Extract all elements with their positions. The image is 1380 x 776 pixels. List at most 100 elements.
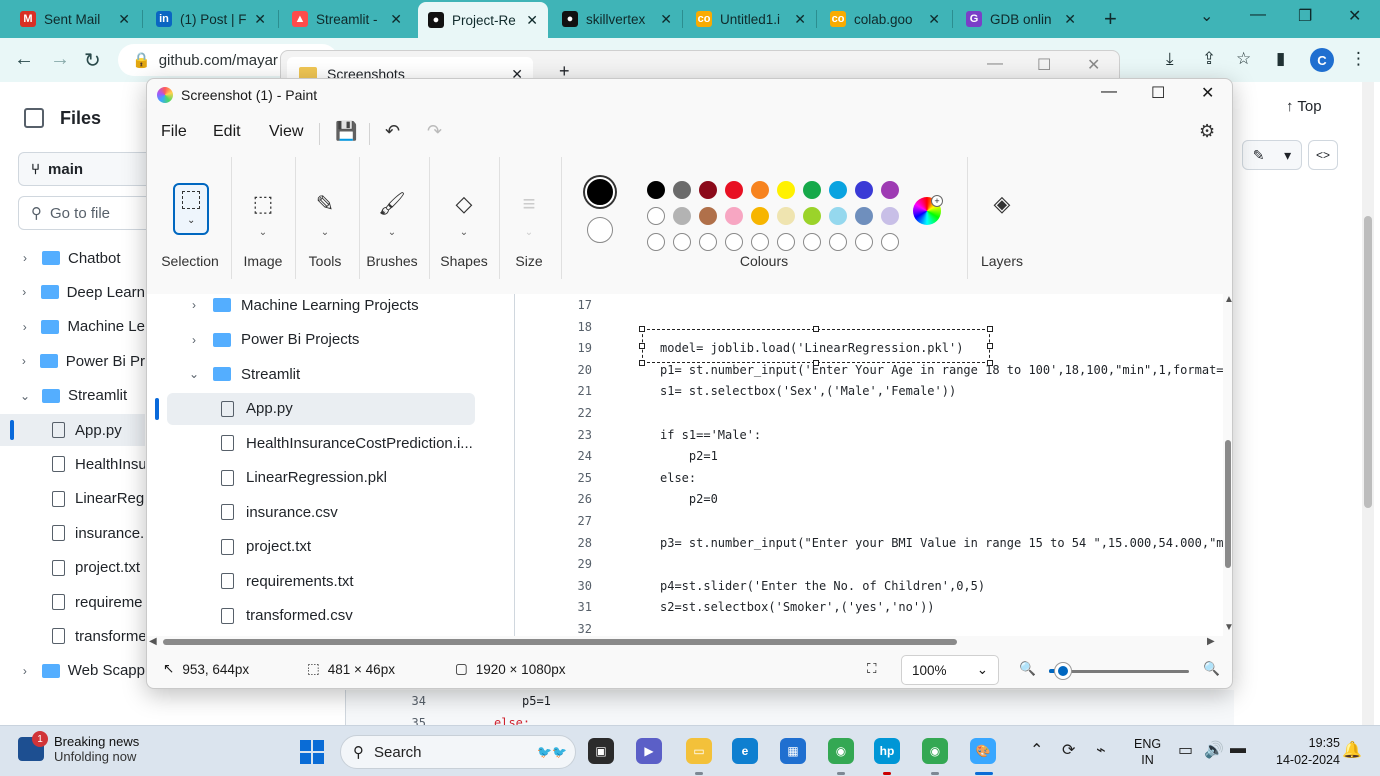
bookmark-star-icon[interactable]: ☆ <box>1236 49 1251 69</box>
new-tab-button[interactable]: + <box>1104 6 1117 32</box>
empty-swatch[interactable] <box>673 233 691 251</box>
canvas-vertical-thumb[interactable] <box>1225 440 1231 568</box>
layers-group[interactable]: ◈ Layers <box>967 157 1037 279</box>
volume-icon[interactable]: 🔊 <box>1204 740 1224 760</box>
palette-swatch[interactable] <box>855 207 873 225</box>
empty-swatch[interactable] <box>647 233 665 251</box>
tab-search-chevron-icon[interactable]: ⌄ <box>1200 6 1213 26</box>
minimize-icon[interactable]: — <box>1250 6 1266 24</box>
store-icon[interactable]: ▦ <box>780 738 806 764</box>
browser-tab[interactable]: M Sent Mail ✕ <box>10 4 140 34</box>
start-button[interactable] <box>300 740 324 764</box>
forward-icon[interactable]: → <box>50 48 70 71</box>
close-tab-icon[interactable]: ✕ <box>1064 11 1076 28</box>
close-window-icon[interactable]: ✕ <box>1348 6 1361 26</box>
share-icon[interactable]: ⇪ <box>1202 49 1216 69</box>
close-tab-icon[interactable]: ✕ <box>794 11 806 28</box>
palette-swatch[interactable] <box>829 181 847 199</box>
restore-icon[interactable]: ❐ <box>1298 6 1312 26</box>
tree-folder[interactable]: › Chatbot <box>0 242 145 274</box>
fit-to-window-icon[interactable]: ⛶ <box>867 661 876 677</box>
chevron-right-icon[interactable]: › <box>14 354 34 368</box>
shapes-group[interactable]: ◇ ⌄ Shapes <box>429 157 499 279</box>
empty-swatch[interactable] <box>725 233 743 251</box>
palette-swatch[interactable] <box>751 181 769 199</box>
collapse-panel-icon[interactable] <box>24 108 44 128</box>
system-clock[interactable]: 19:35 14-02-2024 <box>1276 735 1340 769</box>
empty-swatch[interactable] <box>881 233 899 251</box>
close-tab-icon[interactable]: ✕ <box>254 11 266 28</box>
palette-swatch[interactable] <box>855 181 873 199</box>
tree-folder[interactable]: › Web Scapp <box>0 655 145 687</box>
close-tab-icon[interactable]: ✕ <box>928 11 940 28</box>
chrome-icon[interactable]: ◉ <box>828 738 854 764</box>
canvas-horizontal-thumb[interactable] <box>163 639 957 645</box>
tree-file[interactable]: transforme <box>0 620 145 652</box>
add-colour-icon[interactable]: + <box>931 195 943 207</box>
empty-swatch[interactable] <box>803 233 821 251</box>
palette-swatch[interactable] <box>725 181 743 199</box>
download-icon[interactable]: ⤓ <box>1166 49 1174 69</box>
close-tab-icon[interactable]: ✕ <box>660 11 672 28</box>
page-scrollbar[interactable] <box>1362 82 1374 725</box>
zoom-dropdown[interactable]: 100% ⌄ <box>901 655 999 685</box>
chevron-right-icon[interactable]: › <box>14 320 35 334</box>
taskbar-search[interactable]: ⚲ Search 🐦🐦 <box>340 735 576 769</box>
empty-swatch[interactable] <box>855 233 873 251</box>
palette-swatch[interactable] <box>803 181 821 199</box>
teams-chat-icon[interactable]: ▶ <box>636 738 662 764</box>
sync-icon[interactable]: ⟳ <box>1062 740 1075 760</box>
palette-swatch[interactable] <box>647 181 665 199</box>
palette-swatch[interactable] <box>881 181 899 199</box>
undo-icon[interactable]: ↶ <box>385 121 400 142</box>
zoom-slider-thumb[interactable] <box>1055 663 1071 679</box>
browser-tab[interactable]: ● skillvertex ✕ <box>552 4 682 34</box>
palette-swatch[interactable] <box>673 181 691 199</box>
menu-file[interactable]: File <box>161 123 187 141</box>
explorer-close-icon[interactable]: ✕ <box>1087 55 1100 75</box>
secondary-colour[interactable] <box>587 217 613 243</box>
palette-swatch[interactable] <box>803 207 821 225</box>
back-icon[interactable]: ← <box>14 48 34 71</box>
edge-icon[interactable]: e <box>732 738 758 764</box>
tree-file[interactable]: HealthInsu <box>0 448 145 480</box>
paint-maximize-icon[interactable]: ☐ <box>1151 83 1165 103</box>
tree-folder[interactable]: ⌄ Streamlit <box>0 380 145 412</box>
scroll-right-icon[interactable]: ▶ <box>1207 636 1215 647</box>
notification-bell-icon[interactable]: 🔔 <box>1342 740 1362 760</box>
display-icon[interactable]: ▭ <box>1178 740 1193 760</box>
palette-swatch[interactable] <box>777 181 795 199</box>
scroll-up-icon[interactable]: ▲ <box>1224 294 1232 305</box>
paint-minimize-icon[interactable]: — <box>1101 83 1117 101</box>
palette-swatch[interactable] <box>777 207 795 225</box>
palette-swatch[interactable] <box>699 181 717 199</box>
empty-swatch[interactable] <box>777 233 795 251</box>
settings-gear-icon[interactable]: ⚙ <box>1199 121 1215 142</box>
explorer-maximize-icon[interactable]: ☐ <box>1037 55 1051 75</box>
redo-icon[interactable]: ↷ <box>427 121 442 142</box>
empty-swatch[interactable] <box>751 233 769 251</box>
palette-swatch[interactable] <box>699 207 717 225</box>
browser-tab[interactable]: ● Project-Re ✕ <box>418 2 548 38</box>
primary-colour[interactable] <box>585 177 615 207</box>
page-scrollbar-thumb[interactable] <box>1364 216 1372 508</box>
network-icon[interactable]: ⌁ <box>1096 740 1106 760</box>
paint-taskbar-icon[interactable]: 🎨 <box>970 738 996 764</box>
palette-swatch[interactable] <box>725 207 743 225</box>
close-tab-icon[interactable]: ✕ <box>526 12 538 29</box>
canvas-horizontal-scrollbar[interactable]: ◀ ▶ <box>147 636 1223 648</box>
browser-tab[interactable]: G GDB onlin ✕ <box>956 4 1086 34</box>
profile-avatar[interactable]: C <box>1310 48 1334 72</box>
close-tab-icon[interactable]: ✕ <box>390 11 402 28</box>
myhp-icon[interactable]: hp <box>874 738 900 764</box>
chevron-right-icon[interactable]: › <box>14 285 35 299</box>
empty-swatch[interactable] <box>699 233 717 251</box>
file-explorer-icon[interactable]: ▭ <box>686 738 712 764</box>
branch-selector[interactable]: ⑂ main <box>18 152 158 186</box>
palette-swatch[interactable] <box>673 207 691 225</box>
image-group[interactable]: ⬚ ⌄ Image <box>233 157 293 279</box>
tree-file[interactable]: insurance. <box>0 517 145 549</box>
tree-file[interactable]: App.py <box>0 414 145 446</box>
edit-button[interactable]: ✎ ▾ <box>1242 140 1302 170</box>
scroll-left-icon[interactable]: ◀ <box>149 636 157 647</box>
